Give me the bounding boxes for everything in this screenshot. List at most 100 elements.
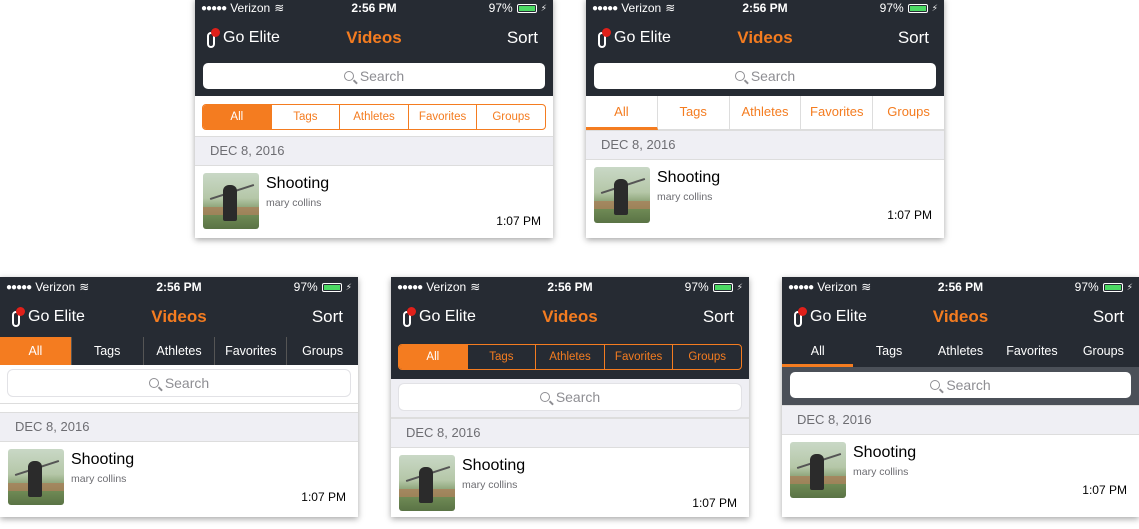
battery-icon <box>1102 282 1123 292</box>
tab-athletes[interactable]: Athletes <box>729 96 802 130</box>
tab-favorites[interactable]: Favorites <box>996 337 1067 367</box>
tab-groups[interactable]: Groups <box>286 337 358 365</box>
search-input[interactable]: Search <box>790 372 1131 398</box>
video-row[interactable]: Shooting mary collins 1:07 PM <box>782 435 1139 499</box>
tab-favorites[interactable]: Favorites <box>407 105 477 129</box>
search-placeholder: Search <box>164 375 210 391</box>
video-thumbnail <box>594 167 650 223</box>
mockup-underline-tabs: ●●●●● Verizon ≋ 2:56 PM 97% ⚡ Go Elite Vide… <box>586 0 944 238</box>
charging-icon: ⚡ <box>1126 281 1133 292</box>
tab-all[interactable]: All <box>203 105 271 129</box>
sort-button[interactable]: Sort <box>507 28 538 48</box>
charging-icon: ⚡ <box>345 281 352 292</box>
tab-all[interactable]: All <box>586 96 658 130</box>
video-time: 1:07 PM <box>496 214 541 228</box>
status-bar: ●●●●● Verizon ≋ 2:56 PM 97% ⚡ <box>782 277 1139 297</box>
video-author: mary collins <box>657 191 713 203</box>
tab-tags[interactable]: Tags <box>657 96 730 130</box>
search-placeholder: Search <box>946 377 991 393</box>
tab-favorites[interactable]: Favorites <box>801 96 874 130</box>
section-date: DEC 8, 2016 <box>0 412 358 442</box>
battery-icon <box>712 282 733 292</box>
search-input[interactable]: Search <box>203 63 545 89</box>
tab-groups[interactable]: Groups <box>873 96 944 130</box>
mockup-dark-underline: ●●●●● Verizon ≋ 2:56 PM 97% ⚡ Go Elite Vide… <box>782 277 1139 517</box>
search-input[interactable]: Search <box>8 370 350 396</box>
charging-icon: ⚡ <box>931 2 938 13</box>
tab-favorites[interactable]: Favorites <box>214 337 287 365</box>
filter-segmented-control: All Tags Athletes Favorites Groups <box>202 104 546 130</box>
tab-tags[interactable]: Tags <box>466 345 536 369</box>
sort-button[interactable]: Sort <box>1093 307 1124 327</box>
tab-athletes[interactable]: Athletes <box>535 345 604 369</box>
sort-button[interactable]: Sort <box>703 307 734 327</box>
tab-all[interactable]: All <box>0 337 71 365</box>
video-title: Shooting <box>266 175 330 192</box>
mockup-dark-block-tabs: ●●●●● Verizon ≋ 2:56 PM 97% ⚡ Go Elite Vide… <box>0 277 358 517</box>
battery-percent: 97% <box>684 280 709 294</box>
search-bar: Search <box>0 365 358 404</box>
page-title: Videos <box>737 28 793 47</box>
battery-percent: 97% <box>293 280 318 294</box>
video-title: Shooting <box>657 169 721 186</box>
search-input[interactable]: Search <box>594 63 936 89</box>
tab-athletes[interactable]: Athletes <box>339 105 408 129</box>
filter-tabs: All Tags Athletes Favorites Groups <box>586 96 944 130</box>
search-bar: Search <box>782 367 1139 405</box>
video-time: 1:07 PM <box>301 490 346 504</box>
video-row[interactable]: Shooting mary collins 1:07 PM <box>0 442 358 506</box>
filter-tabs: All Tags Athletes Favorites Groups <box>0 337 358 365</box>
video-title: Shooting <box>462 457 526 474</box>
video-time: 1:07 PM <box>887 208 932 222</box>
nav-bar: Go Elite Videos Sort <box>195 18 553 58</box>
search-bar: Search <box>586 58 944 96</box>
search-placeholder: Search <box>359 68 405 84</box>
video-row[interactable]: Shooting mary collins 1:07 PM <box>195 166 553 230</box>
video-time: 1:07 PM <box>692 496 737 510</box>
tab-tags[interactable]: Tags <box>853 337 924 367</box>
search-icon <box>539 392 550 402</box>
battery-percent: 97% <box>488 1 513 15</box>
search-placeholder: Search <box>750 68 796 84</box>
status-bar: ●●●●● Verizon ≋ 2:56 PM 97% ⚡ <box>586 0 944 18</box>
tab-groups[interactable]: Groups <box>672 345 741 369</box>
filter-area: All Tags Athletes Favorites Groups <box>391 337 749 379</box>
video-author: mary collins <box>462 479 518 491</box>
tab-groups[interactable]: Groups <box>1068 337 1139 367</box>
video-title: Shooting <box>853 444 917 461</box>
section-date: DEC 8, 2016 <box>586 130 944 160</box>
battery-percent: 97% <box>1074 280 1099 294</box>
video-row[interactable]: Shooting mary collins 1:07 PM <box>586 160 944 224</box>
video-time: 1:07 PM <box>1082 483 1127 497</box>
tab-tags[interactable]: Tags <box>270 105 340 129</box>
tab-athletes[interactable]: Athletes <box>142 337 215 365</box>
sort-button[interactable]: Sort <box>312 307 343 327</box>
tab-tags[interactable]: Tags <box>70 337 143 365</box>
charging-icon: ⚡ <box>736 281 743 292</box>
video-row[interactable]: Shooting mary collins 1:07 PM <box>391 448 749 512</box>
video-title: Shooting <box>71 451 135 468</box>
video-thumbnail <box>399 455 455 511</box>
search-icon <box>734 71 745 81</box>
nav-bar: Go Elite Videos Sort <box>0 297 358 337</box>
video-author: mary collins <box>266 197 322 209</box>
search-icon <box>930 380 941 390</box>
page-title: Videos <box>151 307 207 326</box>
page-title: Videos <box>542 307 598 326</box>
search-icon <box>148 378 159 388</box>
tab-all[interactable]: All <box>399 345 467 369</box>
tab-favorites[interactable]: Favorites <box>603 345 673 369</box>
search-input[interactable]: Search <box>399 384 741 410</box>
charging-icon: ⚡ <box>540 2 547 13</box>
section-date: DEC 8, 2016 <box>195 136 553 166</box>
filter-area: All Tags Athletes Favorites Groups <box>195 96 553 136</box>
search-bar: Search <box>195 58 553 96</box>
status-bar: ●●●●● Verizon ≋ 2:56 PM 97% ⚡ <box>0 277 358 297</box>
tab-groups[interactable]: Groups <box>476 105 545 129</box>
filter-segmented-control: All Tags Athletes Favorites Groups <box>398 344 742 370</box>
tab-athletes[interactable]: Athletes <box>925 337 996 367</box>
tab-all[interactable]: All <box>782 337 854 367</box>
section-date: DEC 8, 2016 <box>782 405 1139 435</box>
sort-button[interactable]: Sort <box>898 28 929 48</box>
video-thumbnail <box>790 442 846 498</box>
